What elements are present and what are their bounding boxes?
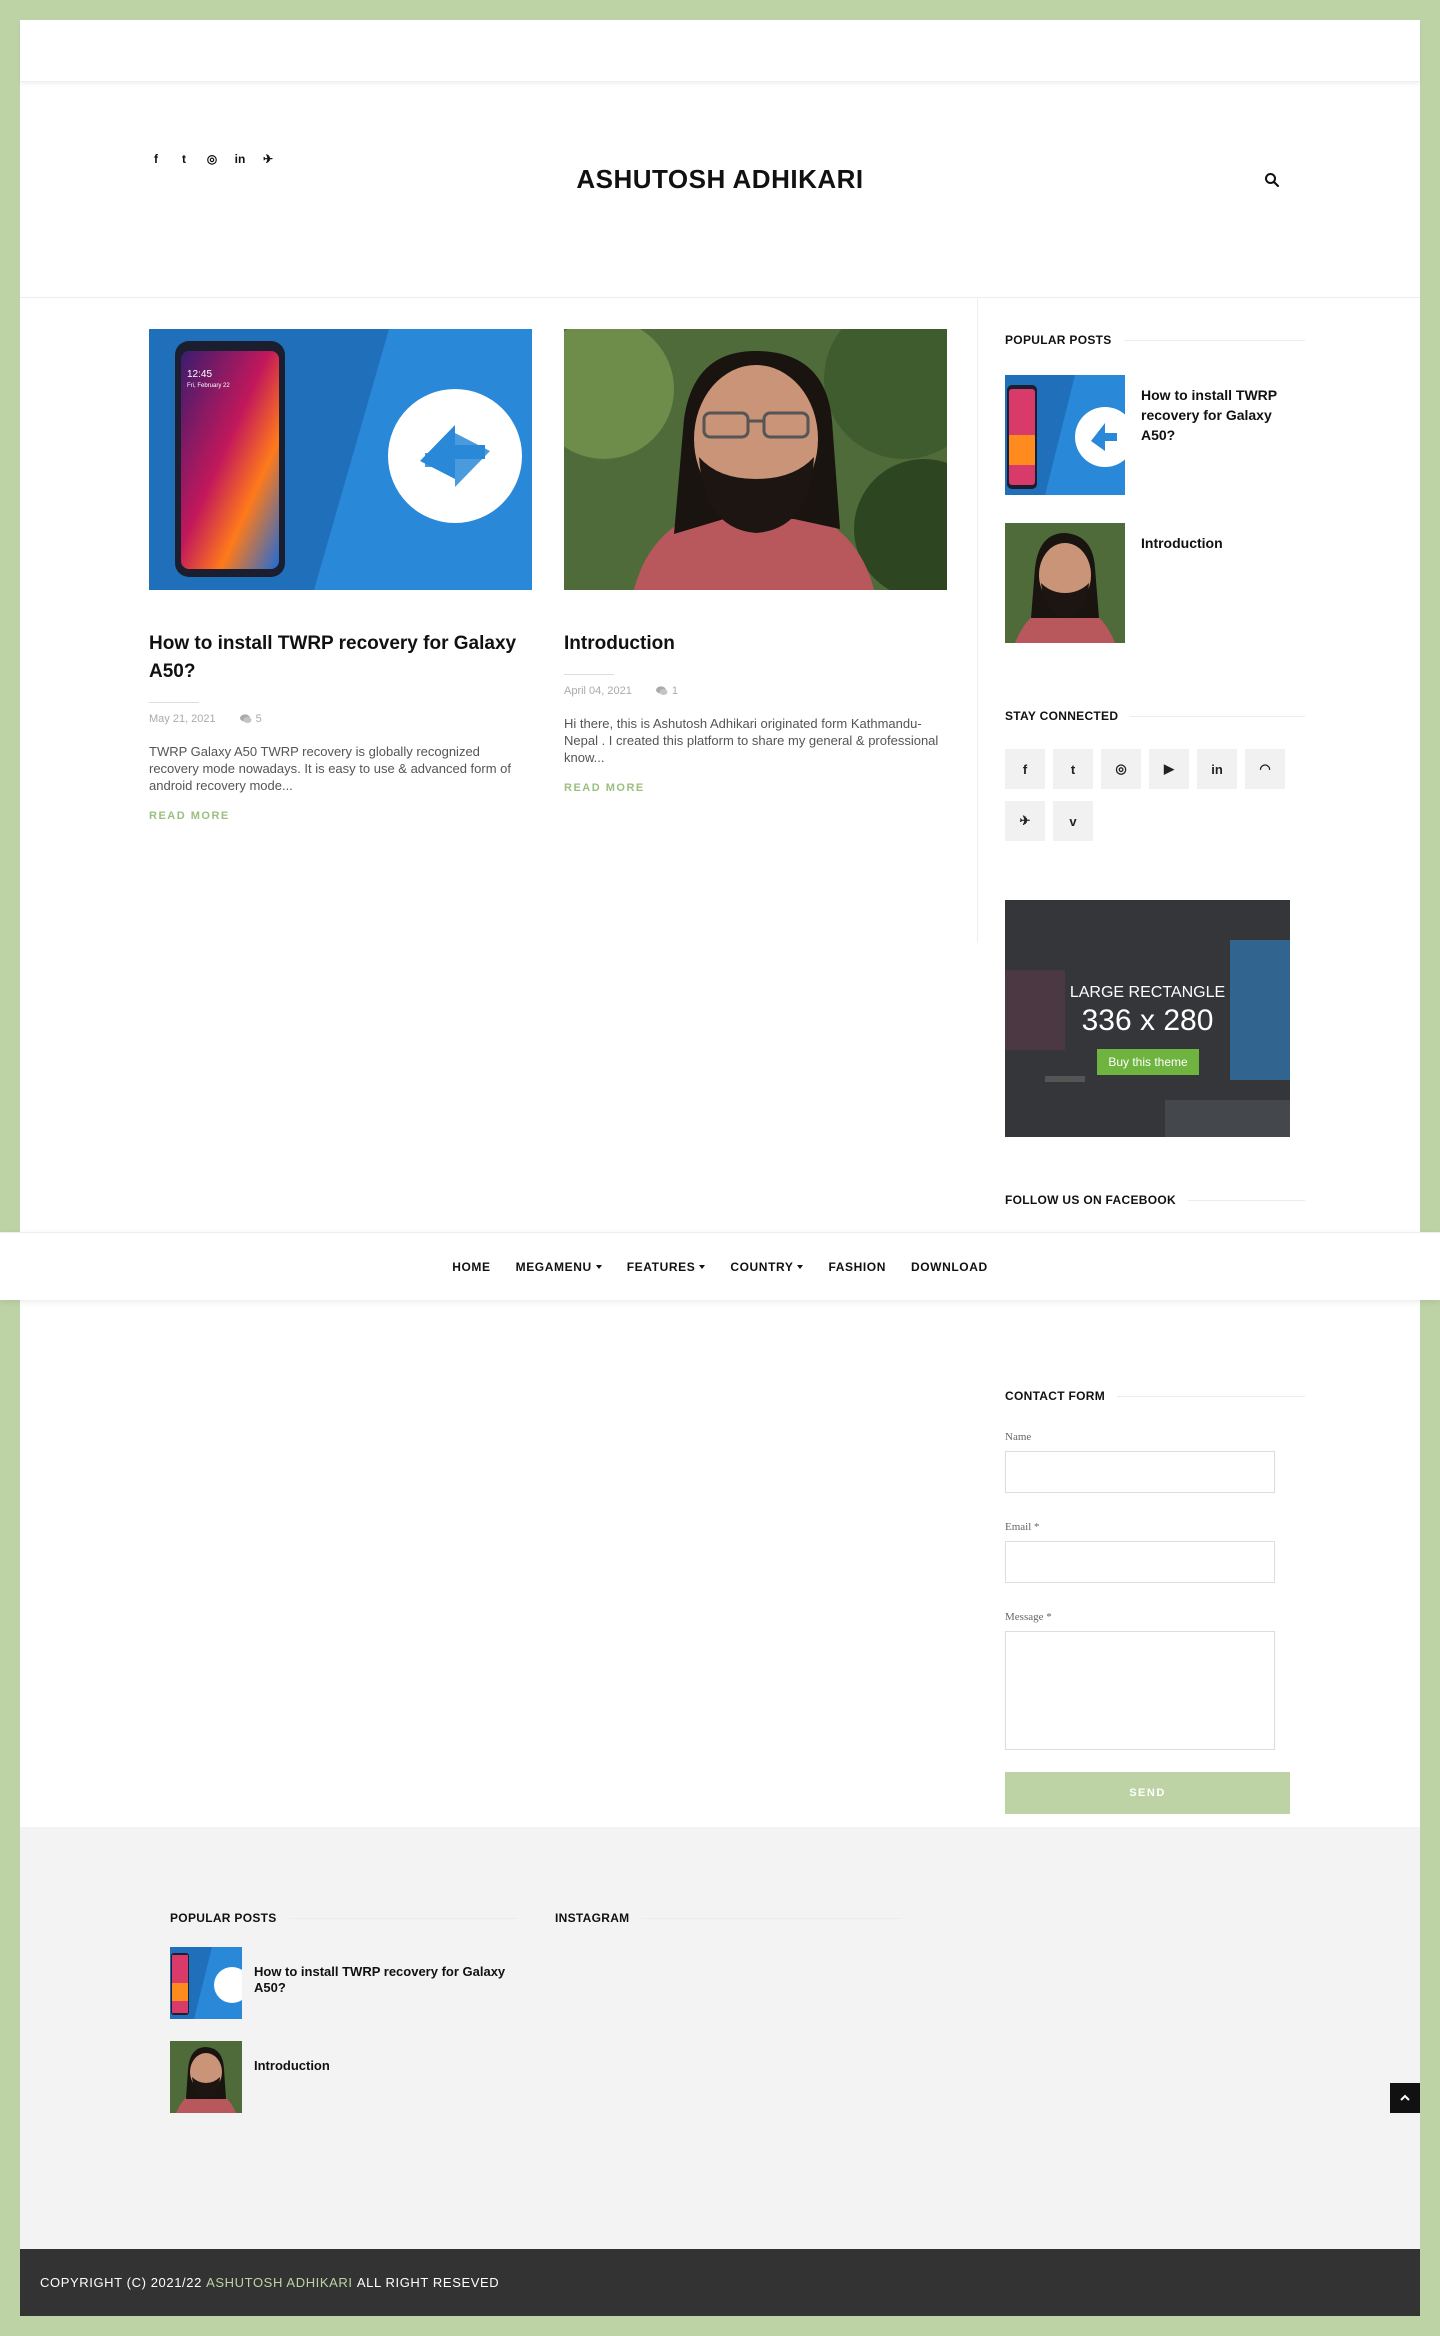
sidebar-stay-connected: STAY CONNECTED f t ◎ ▶ in ◠ ✈ v [1005, 709, 1305, 841]
nav-home[interactable]: HOME [452, 1260, 490, 1274]
widget-title: STAY CONNECTED [1005, 709, 1305, 723]
buy-theme-button[interactable]: Buy this theme [1097, 1049, 1199, 1075]
twitter-icon[interactable]: t [1053, 749, 1093, 789]
post-card: Introduction April 04, 2021 1 Hi there, … [564, 329, 947, 794]
sidebar-popular-posts: POPULAR POSTS How to install TWRP recove… [1005, 333, 1305, 643]
site-title[interactable]: ASHUTOSH ADHIKARI [20, 164, 1420, 195]
linkedin-icon[interactable]: in [1197, 749, 1237, 789]
copyright-text: COPYRIGHT (C) 2021/22 [40, 2275, 202, 2290]
page-container: f t ◎ in ✈ ASHUTOSH ADHIKARI 12:45 Fri, … [20, 20, 1420, 2316]
copyright-brand-link[interactable]: ASHUTOSH ADHIKARI [206, 2275, 353, 2290]
popular-post-title[interactable]: Introduction [1141, 523, 1223, 643]
nav-country[interactable]: COUNTRY [730, 1260, 804, 1274]
telegram-icon[interactable]: ✈ [1005, 801, 1045, 841]
post-date: April 04, 2021 [564, 685, 632, 697]
post-date: May 21, 2021 [149, 713, 216, 725]
read-more-link[interactable]: READ MORE [564, 782, 947, 794]
comment-count: 5 [255, 713, 262, 725]
message-field[interactable] [1005, 1631, 1275, 1750]
chevron-down-icon [797, 1264, 804, 1269]
vimeo-icon[interactable]: v [1053, 801, 1093, 841]
sidebar-facebook-widget: FOLLOW US ON FACEBOOK [1005, 1193, 1305, 1207]
comment-icon [239, 714, 252, 723]
footer-instagram: INSTAGRAM [555, 1911, 902, 1925]
comment-icon [655, 686, 668, 695]
post-card: 12:45 Fri, February 22 How to install TW… [149, 329, 532, 822]
footer-post-thumbnail[interactable] [170, 1947, 242, 2019]
main-navigation: HOME MEGAMENU FEATURES COUNTRY FASHION D… [0, 1232, 1440, 1300]
post-comments[interactable]: 5 [239, 713, 262, 725]
widget-title: POPULAR POSTS [170, 1911, 517, 1925]
chevron-up-icon [1400, 2094, 1410, 2101]
search-icon[interactable] [1264, 172, 1280, 188]
post-excerpt: TWRP Galaxy A50 TWRP recovery is globall… [149, 744, 512, 793]
footer-post-title[interactable]: Introduction [254, 2041, 330, 2113]
email-label: Email * [1005, 1521, 1040, 1533]
phone-date: Fri, February 22 [187, 383, 230, 389]
sidebar-divider [977, 298, 978, 943]
name-label: Name [1005, 1431, 1032, 1443]
nav-megamenu[interactable]: MEGAMENU [516, 1260, 602, 1274]
post-excerpt: Hi there, this is Ashutosh Adhikari orig… [564, 716, 939, 765]
footer-post-item[interactable]: How to install TWRP recovery for Galaxy … [170, 1947, 517, 2019]
ad-line1: LARGE RECTANGLE [1069, 984, 1226, 1001]
ad-headline: LARGE RECTANGLE 336 x 280 [1005, 984, 1290, 1038]
comment-count: 1 [671, 685, 679, 697]
ad-line2: 336 x 280 [1081, 1004, 1214, 1037]
site-header: f t ◎ in ✈ ASHUTOSH ADHIKARI [20, 82, 1420, 298]
widget-title: INSTAGRAM [555, 1911, 902, 1925]
popular-post-item[interactable]: How to install TWRP recovery for Galaxy … [1005, 375, 1305, 495]
nav-features[interactable]: FEATURES [627, 1260, 706, 1274]
author-portrait-image[interactable] [564, 329, 947, 590]
footer-popular-posts: POPULAR POSTS How to install TWRP recove… [170, 1911, 517, 2113]
footer-post-thumbnail[interactable] [170, 2041, 242, 2113]
post-title[interactable]: Introduction [564, 630, 947, 658]
copyright-rights: ALL RIGHT RESEVED [356, 2275, 500, 2290]
footer-post-item[interactable]: Introduction [170, 2041, 517, 2113]
post-meta: May 21, 2021 5 [149, 713, 532, 725]
footer-widgets: POPULAR POSTS How to install TWRP recove… [20, 1827, 1420, 2249]
instagram-icon[interactable]: ◎ [1101, 749, 1141, 789]
widget-title: FOLLOW US ON FACEBOOK [1005, 1193, 1305, 1207]
facebook-icon[interactable]: f [1005, 749, 1045, 789]
widget-title: CONTACT FORM [1005, 1389, 1305, 1403]
post-divider [149, 702, 199, 703]
phone-time: 12:45 [187, 369, 212, 380]
copyright-bar: COPYRIGHT (C) 2021/22 ASHUTOSH ADHIKARI … [20, 2249, 1420, 2316]
popular-post-thumbnail[interactable] [1005, 375, 1125, 495]
post-comments[interactable]: 1 [655, 685, 679, 697]
back-to-top-button[interactable] [1390, 2083, 1420, 2113]
chevron-down-icon [595, 1264, 602, 1269]
nav-fashion[interactable]: FASHION [828, 1260, 886, 1274]
nav-download[interactable]: DOWNLOAD [911, 1260, 988, 1274]
ad-banner[interactable]: LARGE RECTANGLE 336 x 280 Buy this theme [1005, 900, 1290, 1137]
name-field[interactable] [1005, 1451, 1275, 1493]
top-bar [20, 20, 1420, 82]
popular-post-item[interactable]: Introduction [1005, 523, 1305, 643]
popular-post-title[interactable]: How to install TWRP recovery for Galaxy … [1141, 375, 1305, 495]
email-field[interactable] [1005, 1541, 1275, 1583]
contact-form: CONTACT FORM Name Email * Message * SEND [1005, 1389, 1305, 1814]
message-label: Message * [1005, 1611, 1052, 1623]
read-more-link[interactable]: READ MORE [149, 810, 532, 822]
youtube-icon[interactable]: ▶ [1149, 749, 1189, 789]
chevron-down-icon [699, 1264, 706, 1269]
rss-icon[interactable]: ◠ [1245, 749, 1285, 789]
popular-post-thumbnail[interactable] [1005, 523, 1125, 643]
social-buttons: f t ◎ ▶ in ◠ ✈ v [1005, 749, 1305, 841]
post-meta: April 04, 2021 1 [564, 685, 947, 697]
widget-title: POPULAR POSTS [1005, 333, 1305, 347]
post-divider [564, 674, 614, 675]
post-title[interactable]: How to install TWRP recovery for Galaxy … [149, 630, 532, 686]
twrp-galaxy-a50-image[interactable]: 12:45 Fri, February 22 [149, 329, 532, 590]
footer-post-title[interactable]: How to install TWRP recovery for Galaxy … [254, 1947, 517, 2019]
send-button[interactable]: SEND [1005, 1772, 1290, 1814]
